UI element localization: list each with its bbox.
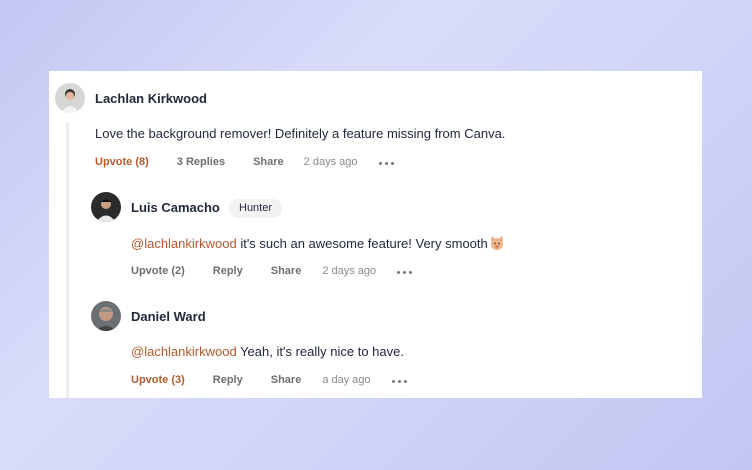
comment-author[interactable]: Lachlan Kirkwood: [95, 91, 207, 106]
avatar-luis[interactable]: [91, 192, 121, 222]
comment-timestamp: 2 days ago: [322, 265, 377, 277]
comment-timestamp: 2 days ago: [303, 156, 358, 168]
user-mention[interactable]: @lachlankirkwood: [131, 236, 237, 251]
comment-actions: Upvote (2) Reply Share 2 days ago: [131, 263, 413, 279]
reply-button[interactable]: Reply: [213, 265, 243, 277]
cat-face-icon: [489, 235, 505, 254]
comment-timestamp: a day ago: [322, 374, 371, 386]
share-button[interactable]: Share: [271, 265, 302, 277]
comment-actions: Upvote (3) Reply Share a day ago: [131, 372, 407, 388]
comment-text: @lachlankirkwood Yeah, it's really nice …: [131, 344, 404, 359]
comment-body: it's such an awesome feature! Very smoot…: [236, 236, 488, 251]
share-button[interactable]: Share: [253, 156, 284, 168]
comment-body: Yeah, it's really nice to have.: [236, 344, 404, 359]
comment-thread-card: Lachlan Kirkwood Love the background rem…: [49, 71, 702, 398]
comment-actions: Upvote (8) 3 Replies Share 2 days ago: [95, 154, 394, 170]
more-options-icon[interactable]: [391, 380, 407, 383]
more-options-icon[interactable]: [397, 271, 413, 274]
replies-button[interactable]: 3 Replies: [177, 156, 225, 168]
avatar-lachlan[interactable]: [55, 83, 85, 113]
comment-author[interactable]: Daniel Ward: [131, 309, 206, 324]
thread-line: [66, 123, 69, 398]
reply-button[interactable]: Reply: [213, 374, 243, 386]
hunter-badge: Hunter: [229, 199, 283, 218]
upvote-button[interactable]: Upvote (2): [131, 265, 185, 277]
more-options-icon[interactable]: [378, 162, 394, 165]
upvote-button[interactable]: Upvote (3): [131, 374, 185, 386]
avatar-daniel[interactable]: [91, 301, 121, 331]
share-button[interactable]: Share: [271, 374, 302, 386]
upvote-button[interactable]: Upvote (8): [95, 156, 149, 168]
user-mention[interactable]: @lachlankirkwood: [131, 344, 237, 359]
comment-author[interactable]: Luis Camacho: [131, 200, 220, 215]
comment-text: @lachlankirkwood it's such an awesome fe…: [131, 235, 505, 254]
comment-text: Love the background remover! Definitely …: [95, 126, 506, 141]
